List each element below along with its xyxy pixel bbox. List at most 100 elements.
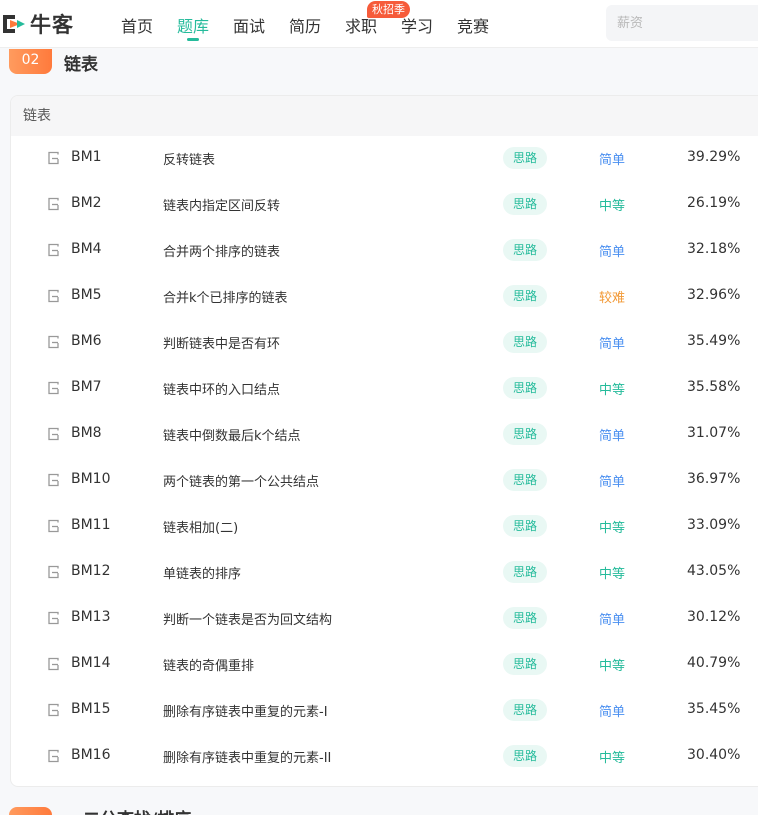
difficulty-label: 简单: [599, 337, 626, 352]
difficulty-label: 简单: [599, 245, 626, 260]
problem-doc-icon: [48, 151, 59, 165]
problem-code: BM5: [71, 287, 102, 303]
hint-button[interactable]: 思路: [503, 653, 548, 675]
problem-doc-icon: [48, 611, 59, 625]
difficulty-label: 中等: [599, 199, 626, 214]
problem-doc-icon: [48, 427, 59, 441]
problem-doc-icon: [48, 519, 59, 533]
problem-row[interactable]: BM16 删除有序链表中重复的元素-II 思路 中等 30.40%: [11, 734, 758, 780]
hint-button[interactable]: 思路: [503, 745, 548, 767]
problem-code: BM12: [71, 563, 111, 579]
top-navigation-bar: 牛客 首页 题库 面试 简历 求职 秋招季 学习 竞赛: [0, 0, 758, 48]
problem-title-link[interactable]: 链表相加(二): [163, 517, 238, 536]
problem-title-link[interactable]: 删除有序链表中重复的元素-I: [163, 701, 328, 720]
problem-code: BM1: [71, 149, 102, 165]
problem-row[interactable]: BM7 链表中环的入口结点 思路 中等 35.58%: [11, 366, 758, 412]
hint-button[interactable]: 思路: [503, 193, 548, 215]
nav-item-contest[interactable]: 竞赛: [457, 13, 489, 37]
hint-button[interactable]: 思路: [503, 469, 548, 491]
problem-row[interactable]: BM5 合并k个已排序的链表 思路 较难 32.96%: [11, 274, 758, 320]
problem-code: BM11: [71, 517, 111, 533]
pass-rate: 33.09%: [687, 517, 741, 533]
hint-button[interactable]: 思路: [503, 515, 548, 537]
nav-item-home[interactable]: 首页: [121, 13, 153, 37]
pass-rate: 39.29%: [687, 149, 741, 165]
problem-doc-icon: [48, 565, 59, 579]
pass-rate: 31.07%: [687, 425, 741, 441]
hint-button[interactable]: 思路: [503, 699, 548, 721]
problem-row[interactable]: BM10 两个链表的第一个公共结点 思路 简单 36.97%: [11, 458, 758, 504]
problem-row[interactable]: BM11 链表相加(二) 思路 中等 33.09%: [11, 504, 758, 550]
problem-doc-icon: [48, 197, 59, 211]
problem-row[interactable]: BM8 链表中倒数最后k个结点 思路 简单 31.07%: [11, 412, 758, 458]
section-title: 链表: [64, 55, 98, 75]
hint-button[interactable]: 思路: [503, 239, 548, 261]
hint-button[interactable]: 思路: [503, 607, 548, 629]
problem-list: BM1 反转链表 思路 简单 39.29% BM2 链表内指定区间反转 思路 中等 26.19% B…: [11, 136, 758, 780]
problem-title-link[interactable]: 合并k个已排序的链表: [163, 287, 288, 306]
nav-item-resume[interactable]: 简历: [289, 13, 321, 37]
problem-code: BM4: [71, 241, 102, 257]
problem-title-link[interactable]: 单链表的排序: [163, 563, 241, 582]
difficulty-label: 中等: [599, 659, 626, 674]
pass-rate: 26.19%: [687, 195, 741, 211]
problem-doc-icon: [48, 703, 59, 717]
problem-doc-icon: [48, 243, 59, 257]
pass-rate: 32.18%: [687, 241, 741, 257]
difficulty-label: 中等: [599, 751, 626, 766]
pass-rate: 32.96%: [687, 287, 741, 303]
problem-title-link[interactable]: 合并两个排序的链表: [163, 241, 280, 260]
problem-row[interactable]: BM1 反转链表 思路 简单 39.29%: [11, 136, 758, 182]
problem-row[interactable]: BM4 合并两个排序的链表 思路 简单 32.18%: [11, 228, 758, 274]
problem-title-link[interactable]: 反转链表: [163, 149, 215, 168]
problem-doc-icon: [48, 749, 59, 763]
problem-title-link[interactable]: 删除有序链表中重复的元素-II: [163, 747, 331, 766]
problem-code: BM16: [71, 747, 111, 763]
problem-code: BM13: [71, 609, 111, 625]
problem-code: BM6: [71, 333, 102, 349]
nav-item-interview[interactable]: 面试: [233, 13, 265, 37]
pass-rate: 35.58%: [687, 379, 741, 395]
problem-code: BM14: [71, 655, 111, 671]
hint-button[interactable]: 思路: [503, 331, 548, 353]
problem-title-link[interactable]: 链表内指定区间反转: [163, 195, 280, 214]
problem-row[interactable]: BM2 链表内指定区间反转 思路 中等 26.19%: [11, 182, 758, 228]
problem-doc-icon: [48, 335, 59, 349]
nav-item-learning[interactable]: 学习: [401, 13, 433, 37]
hint-button[interactable]: 思路: [503, 377, 548, 399]
problem-doc-icon: [48, 289, 59, 303]
problem-row[interactable]: BM13 判断一个链表是否为回文结构 思路 简单 30.12%: [11, 596, 758, 642]
difficulty-label: 简单: [599, 153, 626, 168]
logo-text: 牛客: [30, 13, 74, 37]
problem-title-link[interactable]: 链表的奇偶重排: [163, 655, 254, 674]
problem-row[interactable]: BM14 链表的奇偶重排 思路 中等 40.79%: [11, 642, 758, 688]
nav-item-question-bank[interactable]: 题库: [177, 13, 209, 37]
hint-button[interactable]: 思路: [503, 423, 548, 445]
problem-code: BM15: [71, 701, 111, 717]
search-input[interactable]: [606, 5, 758, 41]
difficulty-label: 中等: [599, 567, 626, 582]
difficulty-label: 中等: [599, 521, 626, 536]
problem-title-link[interactable]: 链表中倒数最后k个结点: [163, 425, 301, 444]
difficulty-label: 简单: [599, 475, 626, 490]
pass-rate: 35.45%: [687, 701, 741, 717]
logo[interactable]: 牛客: [0, 10, 74, 38]
difficulty-label: 中等: [599, 383, 626, 398]
problem-title-link[interactable]: 判断一个链表是否为回文结构: [163, 609, 332, 628]
problem-row[interactable]: BM6 判断链表中是否有环 思路 简单 35.49%: [11, 320, 758, 366]
hint-button[interactable]: 思路: [503, 561, 548, 583]
problem-row[interactable]: BM15 删除有序链表中重复的元素-I 思路 简单 35.45%: [11, 688, 758, 734]
logo-icon: [3, 15, 25, 33]
problem-title-link[interactable]: 链表中环的入口结点: [163, 379, 280, 398]
problem-title-link[interactable]: 两个链表的第一个公共结点: [163, 471, 319, 490]
pass-rate: 35.49%: [687, 333, 741, 349]
difficulty-label: 简单: [599, 705, 626, 720]
problem-title-link[interactable]: 判断链表中是否有环: [163, 333, 280, 352]
nav-active-indicator: [187, 38, 199, 41]
hint-button[interactable]: 思路: [503, 285, 548, 307]
problem-row[interactable]: BM12 单链表的排序 思路 中等 43.05%: [11, 550, 758, 596]
hint-button[interactable]: 思路: [503, 147, 548, 169]
pass-rate: 40.79%: [687, 655, 741, 671]
next-section-badge: [9, 807, 52, 815]
problem-list-card: 链表 BM1 反转链表 思路 简单 39.29% BM2 链表内指定区间反转 思路 中等 26.1…: [10, 95, 758, 787]
